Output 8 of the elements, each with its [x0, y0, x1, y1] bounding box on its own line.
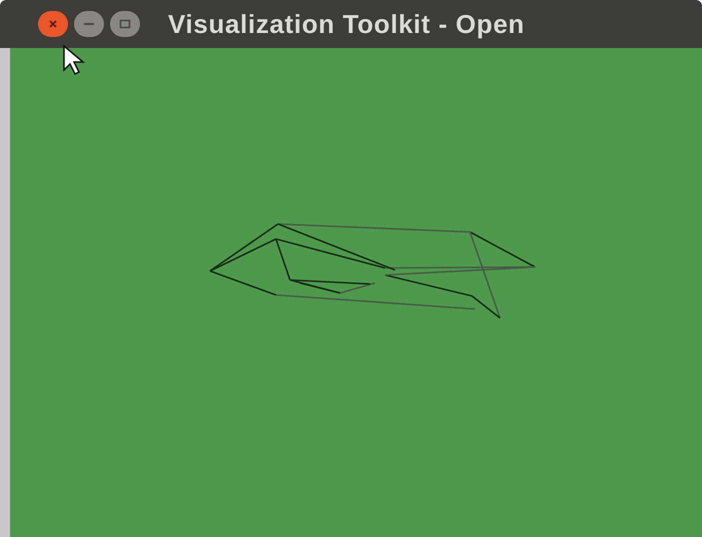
minimize-button[interactable] — [74, 11, 104, 37]
close-button[interactable] — [38, 11, 68, 37]
minimize-icon — [83, 22, 95, 26]
mouse-pointer-icon — [62, 44, 88, 76]
window-title: Visualization Toolkit - Open — [168, 8, 525, 40]
maximize-icon — [119, 19, 131, 29]
maximize-button[interactable] — [110, 11, 140, 37]
close-icon — [48, 19, 58, 29]
